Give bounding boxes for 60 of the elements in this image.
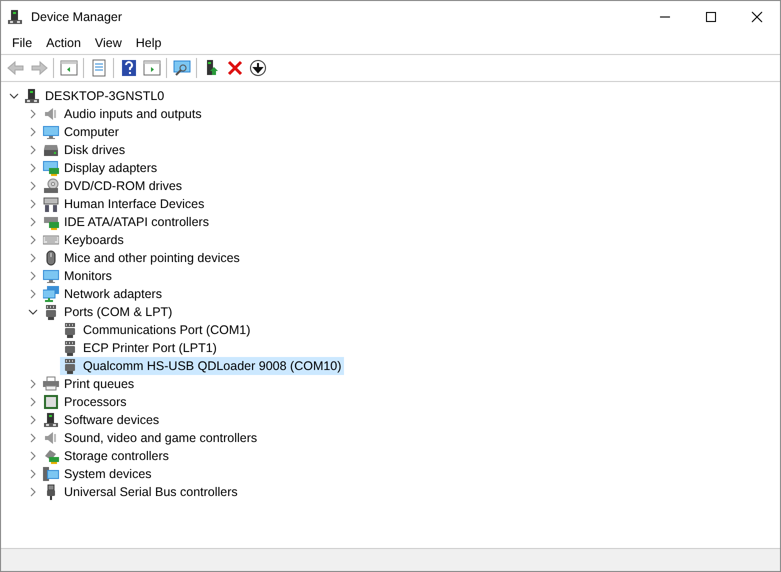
tree-item[interactable]: Universal Serial Bus controllers: [41, 483, 241, 501]
printer-icon: [43, 376, 59, 392]
disk-drive-icon: [43, 142, 59, 158]
tree-item[interactable]: Storage controllers: [41, 447, 172, 465]
tree-item[interactable]: IDE ATA/ATAPI controllers: [41, 213, 212, 231]
keyboard-hand-icon: [43, 196, 59, 212]
system-icon: [43, 466, 59, 482]
tree-item[interactable]: Ports (COM & LPT): [41, 303, 176, 321]
properties-icon: [90, 59, 108, 77]
menu-item[interactable]: Action: [39, 34, 88, 52]
maximize-icon: [705, 10, 717, 22]
tree-item[interactable]: Communications Port (COM1): [60, 321, 254, 339]
tree-item[interactable]: Mice and other pointing devices: [41, 249, 243, 267]
speaker-icon: [43, 106, 59, 122]
tree-item[interactable]: Human Interface Devices: [41, 195, 208, 213]
speaker-icon: [43, 430, 59, 446]
tree-item[interactable]: Keyboards: [41, 231, 127, 249]
display-adapter-icon: [43, 160, 59, 176]
tree-item[interactable]: Software devices: [41, 411, 162, 429]
disc-drive-icon: [43, 178, 59, 194]
port-icon: [62, 322, 78, 338]
help-icon: [120, 59, 138, 77]
window-title: Device Manager: [31, 10, 122, 24]
tree-item[interactable]: DVD/CD-ROM drives: [41, 177, 186, 195]
close-icon: [226, 59, 244, 77]
tree-item[interactable]: Display adapters: [41, 159, 160, 177]
tree-item[interactable]: Print queues: [41, 375, 138, 393]
device-tower-icon: [24, 88, 40, 104]
tree-item[interactable]: Audio inputs and outputs: [41, 105, 205, 123]
tree-item[interactable]: Processors: [41, 393, 130, 411]
tree-item[interactable]: Qualcomm HS-USB QDLoader 9008 (COM10): [60, 357, 344, 375]
menu-item[interactable]: View: [88, 34, 129, 52]
window-pane-icon: [142, 59, 160, 77]
tree-item[interactable]: Monitors: [41, 267, 115, 285]
port-icon: [62, 358, 78, 374]
storage-controller-icon: [43, 448, 59, 464]
port-icon: [43, 304, 59, 320]
tree-item[interactable]: DESKTOP-3GNSTL0: [22, 87, 168, 105]
back-arrow-icon: [6, 59, 24, 77]
monitor-magnifier-icon: [172, 59, 190, 77]
tree-item[interactable]: System devices: [41, 465, 155, 483]
monitor-icon: [43, 124, 59, 140]
tree-item[interactable]: Sound, video and game controllers: [41, 429, 260, 447]
port-icon: [62, 340, 78, 356]
tree-item[interactable]: Computer: [41, 123, 122, 141]
tree-item[interactable]: ECP Printer Port (LPT1): [60, 339, 220, 357]
tree-item[interactable]: Network adapters: [41, 285, 165, 303]
down-arrow-circle-icon: [248, 59, 266, 77]
menu-item[interactable]: Help: [128, 34, 168, 52]
close-icon: [751, 10, 763, 22]
chip-icon: [43, 394, 59, 410]
forward-arrow-icon: [30, 59, 48, 77]
controller-card-icon: [43, 214, 59, 230]
monitor-icon: [43, 268, 59, 284]
tree-item[interactable]: Disk drives: [41, 141, 128, 159]
menu-item[interactable]: File: [5, 34, 40, 52]
app-icon: [7, 8, 23, 24]
network-icon: [43, 286, 59, 302]
window-pane-icon: [60, 59, 78, 77]
device-tower-icon: [43, 412, 59, 428]
